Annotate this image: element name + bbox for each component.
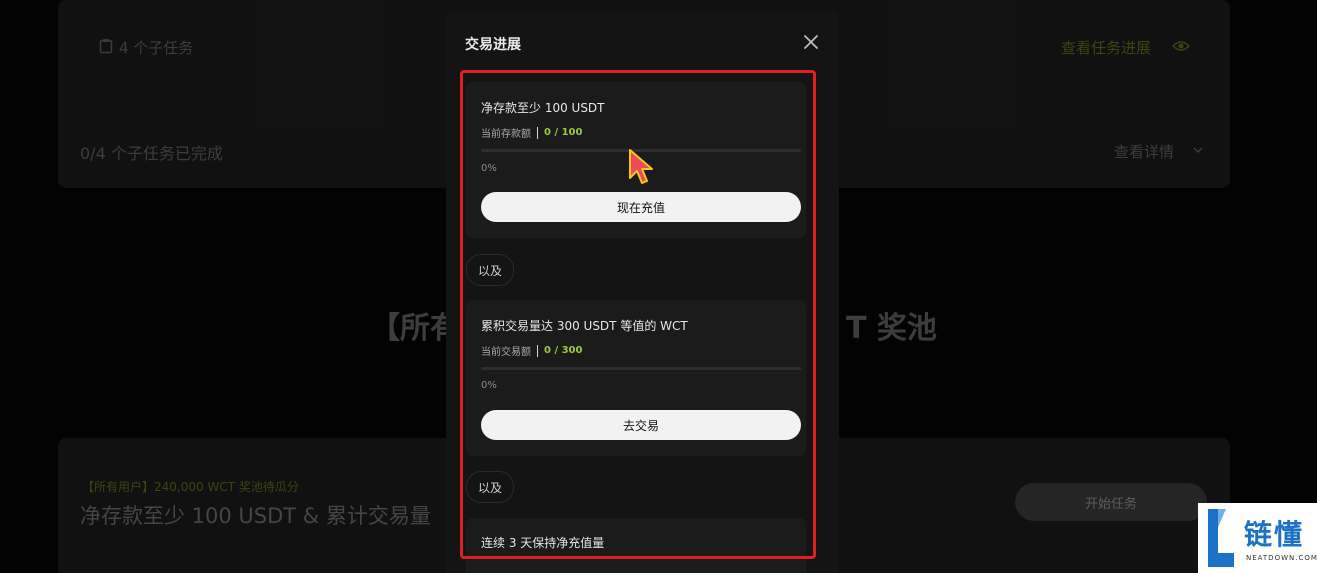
watermark-logo: 链懂 NEATDOWN.COM (1198, 503, 1317, 573)
subtask-meta-value: 0 / 300 (544, 345, 583, 356)
logo-l-icon (1208, 509, 1234, 567)
go-trade-button[interactable]: 去交易 (481, 410, 801, 440)
close-icon[interactable] (801, 32, 821, 52)
page: 4 个子任务 查看任务进展 0/4 个子任务已完成 查看详情 【所有 T 奖池 … (0, 0, 1317, 573)
subtask-progress-bar (481, 367, 801, 370)
trade-progress-modal: 交易进展 净存款至少 100 USDT 当前存款额 0 / 100 0% 现在充… (446, 12, 839, 573)
watermark-brand-en: NEATDOWN.COM (1246, 554, 1317, 562)
subtask-percent: 0% (481, 380, 497, 391)
subtask-title: 净存款至少 100 USDT (481, 101, 605, 115)
connector-and: 以及 (466, 254, 515, 286)
meta-divider (537, 344, 538, 357)
subtask-title: 累积交易量达 300 USDT 等值的 WCT (481, 319, 688, 333)
subtask-meta-value: 0 / 100 (544, 127, 583, 138)
mouse-cursor-icon (629, 149, 653, 184)
subtask-card-trade: 累积交易量达 300 USDT 等值的 WCT 当前交易额 0 / 300 0%… (466, 300, 806, 456)
deposit-now-button[interactable]: 现在充值 (481, 192, 801, 222)
subtask-title: 连续 3 天保持净充值量 (481, 536, 605, 550)
meta-divider (537, 126, 538, 139)
subtask-card-hold: 连续 3 天保持净充值量 (466, 518, 806, 573)
subtask-meta-label: 当前交易额 (481, 347, 531, 358)
watermark-brand-cn: 链懂 (1244, 518, 1305, 551)
modal-title: 交易进展 (465, 37, 521, 53)
subtask-meta-label: 当前存款额 (481, 129, 531, 140)
connector-and: 以及 (466, 471, 515, 503)
subtask-meta: 当前交易额 0 / 300 (481, 343, 582, 358)
subtask-percent: 0% (481, 163, 497, 174)
subtask-meta: 当前存款额 0 / 100 (481, 125, 582, 140)
